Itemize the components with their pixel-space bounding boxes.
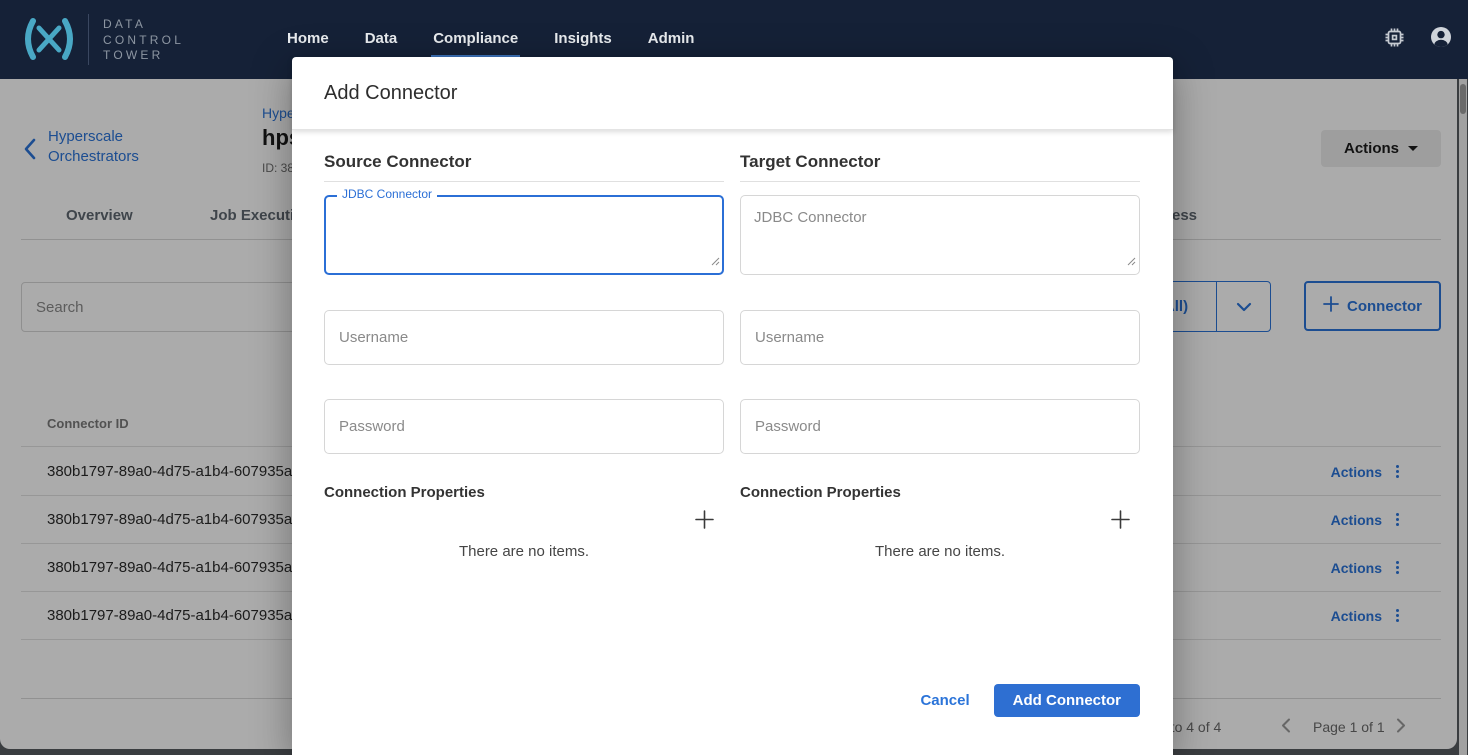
source-jdbc-field: JDBC Connector	[324, 195, 724, 275]
nav-item-home[interactable]: Home	[285, 22, 331, 58]
logo-wordmark: DATA CONTROL TOWER	[103, 17, 184, 64]
modal-footer: Cancel Add Connector	[920, 684, 1140, 717]
target-username-input[interactable]	[740, 310, 1140, 365]
nav-item-insights[interactable]: Insights	[552, 22, 614, 58]
target-section-title: Target Connector	[740, 152, 1140, 182]
target-add-property-button[interactable]	[1107, 506, 1134, 533]
target-empty-text: There are no items.	[740, 543, 1140, 560]
nav-item-admin[interactable]: Admin	[646, 22, 697, 58]
target-password-input[interactable]	[740, 399, 1140, 454]
target-connector-column: Target Connector Connection Properties T…	[740, 131, 1140, 755]
source-add-property-button[interactable]	[691, 506, 718, 533]
source-jdbc-label: JDBC Connector	[337, 187, 437, 201]
source-properties-title: Connection Properties	[324, 484, 724, 501]
dct-logo-icon[interactable]	[20, 16, 78, 68]
add-connector-submit-button[interactable]: Add Connector	[994, 684, 1140, 717]
settings-chip-icon[interactable]	[1384, 27, 1405, 53]
logo-divider	[88, 14, 89, 65]
modal-header: Add Connector	[292, 57, 1173, 130]
nav-item-data[interactable]: Data	[363, 22, 400, 58]
add-connector-modal: Add Connector Source Connector JDBC Conn…	[292, 57, 1173, 755]
nav-item-compliance[interactable]: Compliance	[431, 22, 520, 58]
source-password-input[interactable]	[324, 399, 724, 454]
account-avatar-icon[interactable]	[1430, 26, 1452, 53]
source-empty-text: There are no items.	[324, 543, 724, 560]
modal-title: Add Connector	[324, 82, 457, 105]
target-properties-title: Connection Properties	[740, 484, 1140, 501]
cancel-button[interactable]: Cancel	[920, 692, 969, 709]
source-section-title: Source Connector	[324, 152, 724, 182]
target-jdbc-textarea[interactable]	[740, 195, 1140, 275]
source-jdbc-textarea[interactable]	[324, 195, 724, 275]
source-username-input[interactable]	[324, 310, 724, 365]
source-connector-column: Source Connector JDBC Connector Connecti…	[324, 131, 724, 755]
target-jdbc-field	[740, 195, 1140, 275]
